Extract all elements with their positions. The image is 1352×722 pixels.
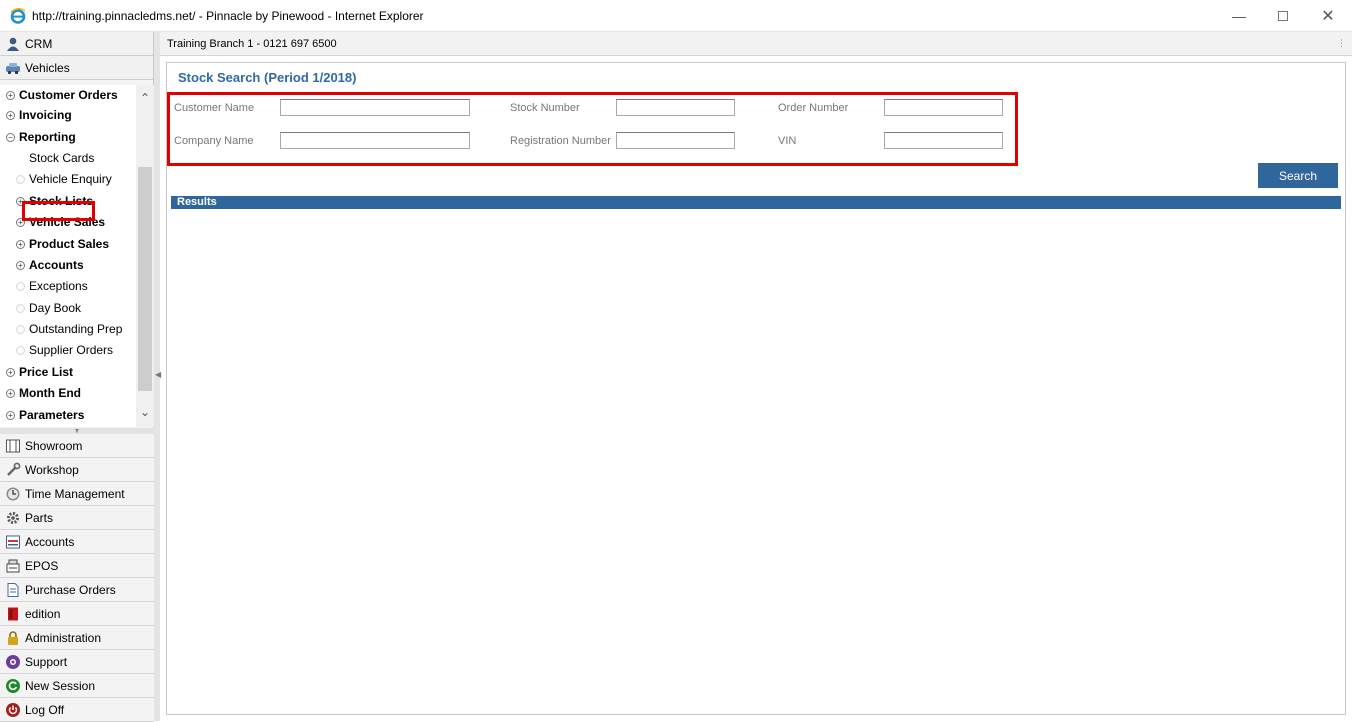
leaf-icon [16, 174, 25, 184]
tree-item-supplier-orders[interactable]: Supplier Orders [16, 340, 113, 360]
tree-scrollbar[interactable]: ⌃ ⌄ [136, 85, 154, 427]
tree-item-month-end[interactable]: + Month End [6, 383, 81, 403]
lock-icon [8, 630, 18, 645]
vin-label: VIN [778, 135, 797, 147]
expand-icon[interactable]: + [6, 410, 15, 420]
nav-module-label: CRM [25, 36, 53, 51]
registration-number-label: Registration Number [510, 135, 611, 147]
stock-search-panel: Stock Search (Period 1/2018) Customer Na… [166, 62, 1346, 715]
car-icon [6, 62, 20, 74]
tree-item-reporting[interactable]: − Reporting [6, 127, 76, 147]
scroll-thumb[interactable] [138, 167, 152, 391]
order-number-input[interactable] [884, 99, 1003, 116]
support-icon [6, 654, 20, 669]
collapse-icon[interactable]: − [6, 132, 15, 142]
tree-item-accounts[interactable]: + Accounts [16, 255, 84, 275]
nav-module-accounts[interactable]: Accounts [0, 530, 154, 554]
minimize-button[interactable]: — [1216, 0, 1262, 32]
nav-module-log-off[interactable]: Log Off [0, 698, 154, 722]
maximize-icon [1278, 11, 1288, 21]
nav-module-label: Vehicles [25, 60, 70, 75]
selection-highlight [22, 201, 95, 221]
user-icon [7, 37, 19, 51]
tree-item-invoicing[interactable]: + Invoicing [6, 105, 72, 125]
till-icon [6, 559, 20, 572]
customer-name-input[interactable] [280, 99, 470, 116]
tree-item-exceptions[interactable]: Exceptions [16, 276, 88, 296]
expand-icon[interactable]: + [16, 239, 25, 249]
leaf-icon [16, 345, 25, 355]
nav-module-administration[interactable]: Administration [0, 626, 154, 650]
vin-input[interactable] [884, 132, 1003, 149]
nav-module-vehicles[interactable]: Vehicles [0, 56, 153, 80]
company-name-label: Company Name [174, 135, 254, 147]
nav-module-support[interactable]: Support [0, 650, 154, 674]
tree-item-parameters[interactable]: + Parameters [6, 405, 84, 425]
nav-module-edition[interactable]: edition [0, 602, 154, 626]
clock-icon [6, 487, 20, 500]
nav-module-workshop[interactable]: Workshop [0, 458, 154, 482]
nav-module-time-management[interactable]: Time Management [0, 482, 154, 506]
close-button[interactable]: ✕ [1305, 0, 1351, 32]
scroll-down-icon[interactable]: ⌄ [136, 403, 154, 421]
leaf-icon [16, 281, 25, 291]
results-header: Results [171, 196, 1341, 209]
search-button[interactable]: Search [1258, 163, 1338, 188]
tree-item-vehicle-enquiry[interactable]: Vehicle Enquiry [16, 169, 112, 189]
customer-name-label: Customer Name [174, 102, 255, 114]
vehicles-tree: + Customer Orders + Invoicing − Reporting S… [0, 85, 136, 427]
wrench-icon [7, 462, 21, 476]
left-navigation: CRM Vehicles + Customer Orders + Invoicing… [0, 32, 154, 722]
tree-item-customer-orders[interactable]: + Customer Orders [6, 85, 118, 105]
document-icon [7, 582, 19, 597]
expand-icon[interactable]: + [6, 90, 15, 100]
expand-icon[interactable]: + [6, 388, 15, 398]
window-titlebar: http://training.pinnacledms.net/ - Pinna… [0, 0, 1352, 32]
expand-icon[interactable]: + [6, 367, 15, 377]
order-number-label: Order Number [778, 102, 849, 114]
nav-module-crm[interactable]: CRM [0, 32, 153, 56]
nav-module-purchase-orders[interactable]: Purchase Orders [0, 578, 154, 602]
showroom-icon [6, 439, 20, 452]
branch-label: Training Branch 1 - 0121 697 6500 [167, 37, 337, 50]
gear-icon [7, 511, 19, 524]
tree-item-stock-cards[interactable]: Stock Cards [29, 148, 94, 168]
leaf-icon [16, 303, 25, 313]
scroll-up-icon[interactable]: ⌃ [136, 89, 154, 107]
stock-number-input[interactable] [616, 99, 735, 116]
expand-icon[interactable]: + [6, 110, 15, 120]
leaf-icon [16, 324, 25, 334]
book-icon [8, 607, 18, 620]
nav-module-showroom[interactable]: Showroom [0, 434, 154, 458]
grip-icon: ⋮ [1337, 38, 1346, 48]
collapse-left-icon[interactable]: ◀ [155, 370, 161, 379]
maximize-button[interactable] [1260, 0, 1306, 32]
ledger-icon [6, 535, 20, 548]
company-name-input[interactable] [280, 132, 470, 149]
page-title: Stock Search (Period 1/2018) [178, 70, 357, 85]
module-list: Showroom Workshop Time Management Parts … [0, 434, 154, 722]
tree-item-outstanding-prep[interactable]: Outstanding Prep [16, 319, 122, 339]
nav-module-epos[interactable]: EPOS [0, 554, 154, 578]
power-icon [6, 702, 20, 717]
tree-item-price-list[interactable]: + Price List [6, 362, 73, 382]
internet-explorer-icon [10, 7, 26, 24]
stock-number-label: Stock Number [510, 102, 580, 114]
nav-module-new-session[interactable]: New Session [0, 674, 154, 698]
refresh-icon [6, 678, 20, 693]
registration-number-input[interactable] [616, 132, 735, 149]
close-icon: ✕ [1321, 8, 1335, 25]
expand-icon[interactable]: + [16, 260, 25, 270]
tree-item-day-book[interactable]: Day Book [16, 298, 81, 318]
nav-module-parts[interactable]: Parts [0, 506, 154, 530]
branch-bar: Training Branch 1 - 0121 697 6500 ⋮ [160, 32, 1352, 56]
window-title: http://training.pinnacledms.net/ - Pinna… [32, 8, 424, 23]
minimize-icon: — [1232, 8, 1246, 24]
tree-item-product-sales[interactable]: + Product Sales [16, 234, 109, 254]
